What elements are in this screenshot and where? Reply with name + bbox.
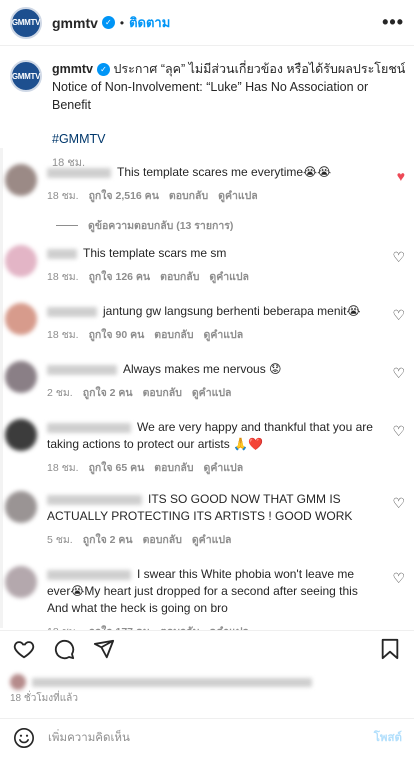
comment-time: 18 ชม. bbox=[47, 190, 79, 202]
reply-button[interactable]: ตอบกลับ bbox=[143, 385, 182, 402]
liked-by-text bbox=[32, 677, 312, 687]
view-replies-button[interactable]: ดูข้อความตอบกลับ (13 รายการ) bbox=[56, 217, 233, 234]
reply-button[interactable]: ตอบกลับ bbox=[160, 269, 199, 286]
like-heart-icon[interactable]: ♡ bbox=[392, 495, 405, 512]
share-send-icon[interactable] bbox=[92, 637, 116, 661]
comment-likes[interactable]: ถูกใจ 126 คน bbox=[89, 269, 151, 286]
translate-button[interactable]: ดูคำแปล bbox=[204, 327, 244, 344]
avatar-logo-text: GMMTV bbox=[11, 71, 41, 81]
reply-button[interactable]: ตอบกลับ bbox=[154, 460, 193, 477]
avatar[interactable]: GMMTV bbox=[10, 6, 42, 39]
like-heart-icon[interactable]: ♡ bbox=[392, 570, 405, 587]
comment-item: We are very happy and thankful that you … bbox=[5, 419, 409, 477]
comment-item: Always makes me nervous 😟 2 ชม. ถูกใจ 2 … bbox=[5, 361, 409, 402]
translate-button[interactable]: ดูคำแปล bbox=[192, 532, 232, 549]
caption-thai-text: ประกาศ “ลุค” ไม่มีส่วนเกี่ยวข้อง หรือได้… bbox=[113, 62, 406, 76]
translate-button[interactable]: ดูคำแปล bbox=[209, 269, 249, 286]
comment-likes[interactable]: ถูกใจ 2,516 คน bbox=[89, 188, 159, 205]
reply-button[interactable]: ตอบกลับ bbox=[143, 532, 182, 549]
post-header: GMMTV gmmtv ✓ • ติดตาม ••• bbox=[0, 0, 414, 46]
commenter-name[interactable] bbox=[47, 569, 131, 580]
verified-badge-icon: ✓ bbox=[96, 63, 110, 77]
post-comment-button[interactable]: โพสต์ bbox=[374, 729, 402, 747]
caption-username[interactable]: gmmtv bbox=[52, 62, 93, 76]
translate-button[interactable]: ดูคำแปล bbox=[204, 460, 244, 477]
liked-by-row[interactable] bbox=[10, 674, 318, 690]
avatar[interactable] bbox=[5, 491, 37, 523]
avatar[interactable] bbox=[5, 245, 37, 277]
comment-likes[interactable]: ถูกใจ 2 คน bbox=[83, 532, 133, 549]
like-heart-icon[interactable]: ♡ bbox=[392, 307, 405, 324]
translate-button[interactable]: ดูคำแปล bbox=[218, 188, 258, 205]
comment-likes[interactable]: ถูกใจ 2 คน bbox=[83, 385, 133, 402]
hashtag-link[interactable]: #GMMTV bbox=[52, 130, 406, 148]
comment-likes[interactable]: ถูกใจ 65 คน bbox=[89, 460, 145, 477]
comment-item: jantung gw langsung berhenti beberapa me… bbox=[5, 303, 409, 344]
like-heart-icon[interactable]: ♡ bbox=[392, 423, 405, 440]
like-heart-icon[interactable] bbox=[12, 637, 36, 661]
comment-item: This template scars me sm 18 ชม. ถูกใจ 1… bbox=[5, 245, 409, 286]
avatar[interactable] bbox=[5, 419, 37, 451]
comment-bubble-icon[interactable] bbox=[52, 637, 76, 661]
separator-dot: • bbox=[119, 15, 125, 30]
comment-text: This template scars me sm bbox=[83, 246, 227, 260]
comment-time: 18 ชม. bbox=[47, 329, 79, 341]
verified-badge-icon: ✓ bbox=[101, 16, 115, 29]
post-action-bar bbox=[0, 630, 414, 666]
avatar[interactable] bbox=[5, 303, 37, 335]
comment-text: Always makes me nervous 😟 bbox=[123, 362, 282, 376]
post-time: 18 ชั่วโมงที่แล้ว bbox=[10, 693, 78, 704]
comment-item: ITS SO GOOD NOW THAT GMM IS ACTUALLY PRO… bbox=[5, 491, 409, 549]
bookmark-icon[interactable] bbox=[378, 637, 402, 661]
view-replies-label: ดูข้อความตอบกลับ (13 รายการ) bbox=[88, 220, 234, 232]
scrollbar[interactable] bbox=[0, 148, 3, 628]
comment-time: 5 ชม. bbox=[47, 534, 73, 546]
commenter-name[interactable] bbox=[47, 422, 131, 433]
commenter-name[interactable] bbox=[47, 167, 111, 178]
avatar bbox=[10, 674, 26, 690]
commenter-name[interactable] bbox=[47, 364, 117, 375]
reply-button[interactable]: ตอบกลับ bbox=[154, 327, 193, 344]
avatar-logo-text: GMMTV bbox=[11, 18, 41, 27]
caption-english-text: Notice of Non-Involvement: “Luke” Has No… bbox=[52, 80, 369, 112]
comment-time: 18 ชม. bbox=[47, 271, 79, 283]
like-heart-icon[interactable]: ♡ bbox=[392, 249, 405, 266]
more-options-icon[interactable]: ••• bbox=[382, 12, 404, 33]
comment-text: jantung gw langsung berhenti beberapa me… bbox=[103, 304, 361, 318]
reply-button[interactable]: ตอบกลับ bbox=[169, 188, 208, 205]
comment-item: This template scares me everytime😭😭 18 ช… bbox=[5, 164, 409, 205]
avatar[interactable] bbox=[5, 164, 37, 196]
account-name[interactable]: gmmtv bbox=[52, 15, 98, 31]
divider bbox=[56, 225, 78, 226]
comment-input[interactable]: เพิ่มความคิดเห็น bbox=[48, 729, 374, 747]
follow-button[interactable]: ติดตาม bbox=[129, 12, 170, 33]
avatar[interactable] bbox=[5, 566, 37, 598]
translate-button[interactable]: ดูคำแปล bbox=[192, 385, 232, 402]
avatar[interactable] bbox=[5, 361, 37, 393]
avatar[interactable]: GMMTV bbox=[10, 60, 42, 92]
comment-time: 2 ชม. bbox=[47, 387, 73, 399]
like-heart-icon[interactable]: ♥ bbox=[397, 168, 405, 184]
emoji-icon[interactable] bbox=[12, 726, 36, 750]
post-caption: GMMTV gmmtv ✓ ประกาศ “ลุค” ไม่มีส่วนเกี่ย… bbox=[10, 60, 406, 172]
like-heart-icon[interactable]: ♡ bbox=[392, 365, 405, 382]
commenter-name[interactable] bbox=[47, 494, 142, 505]
commenter-name[interactable] bbox=[47, 306, 97, 317]
add-comment-bar: เพิ่มความคิดเห็น โพสต์ bbox=[0, 718, 414, 757]
commenter-name[interactable] bbox=[47, 248, 77, 259]
comment-likes[interactable]: ถูกใจ 90 คน bbox=[89, 327, 145, 344]
comment-time: 18 ชม. bbox=[47, 462, 79, 474]
comment-text: This template scares me everytime😭😭 bbox=[117, 165, 332, 179]
